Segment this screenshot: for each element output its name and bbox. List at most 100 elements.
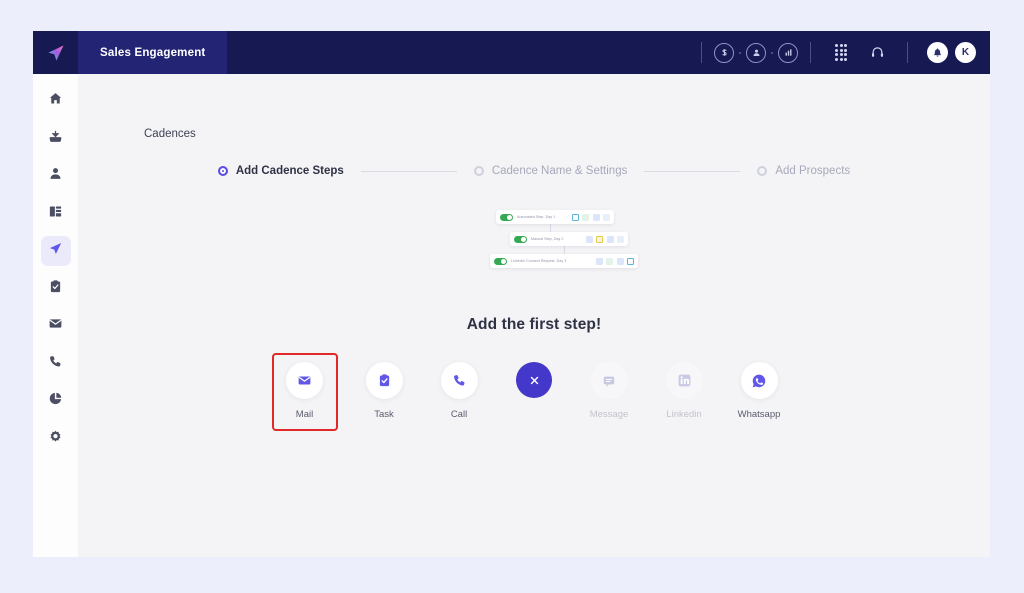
step-indicator-dot [757,166,768,176]
illustration-step-icons [585,235,624,243]
phone-icon [440,362,478,399]
home-icon [48,91,63,111]
header-dot-separator [771,51,773,54]
header-actions: K [689,31,990,74]
step-toggle [494,257,507,265]
task-mini-icon [596,235,603,243]
person-icon [48,166,63,186]
stepper-connector-line [644,170,741,172]
step-option-mail[interactable]: Mail [271,353,338,431]
app-tab-sales-engagement[interactable]: Sales Engagement [78,31,228,74]
illustration-step-card: LinkedIn Connect Request, Day 3 [490,254,638,268]
step-toggle [500,213,513,221]
user-circle-icon[interactable] [746,42,766,63]
step-option-label: Task [374,409,394,420]
application-window: Sales Engagement K Cadences Add Cadence … [33,31,990,557]
delete-mini-icon [627,257,634,265]
pie-chart-icon [48,391,63,411]
linkedin-mini-icon [592,213,600,221]
header-divider [701,42,702,63]
illustration-step-label: Automated Step, Day 1 [517,215,556,219]
step-indicator-dot [473,166,484,176]
analytics-circle-icon[interactable] [778,42,798,63]
linkedin-mini-icon [606,235,614,243]
sidebar-item-mail[interactable] [41,311,71,341]
bell-icon[interactable] [927,42,948,63]
stepper-step-add-cadence-steps[interactable]: Add Cadence Steps [217,165,344,177]
step-option-whatsapp[interactable]: Whatsapp [722,353,797,420]
step-option-call[interactable]: Call [422,353,497,420]
step-option-message[interactable]: Message [572,353,647,420]
stepper-step-cadence-name-settings[interactable]: Cadence Name & Settings [473,165,628,177]
stepper-connector-line [360,170,457,172]
sidebar-item-home[interactable] [41,86,71,116]
clipboard-check-icon [365,362,403,399]
close-icon [516,362,552,398]
dialpad-dots [834,44,848,61]
left-sidebar [33,74,78,557]
header-divider [907,42,908,63]
gear-icon [48,429,63,449]
step-option-linkedin[interactable]: Linkedin [647,353,722,420]
task-mini-icon [606,257,613,265]
phone-icon [48,354,63,374]
cadence-preview-illustration: Automated Step, Day 1 Manual Step, Day 2 [490,210,638,272]
page-title: Cadences [144,128,196,140]
sidebar-item-reports[interactable] [41,386,71,416]
step-option-label: Mail [295,409,314,420]
close-step-picker-button[interactable] [497,353,572,408]
sidebar-item-accounts[interactable] [41,199,71,229]
linkedin-mini-icon [616,257,624,265]
dollar-circle-icon[interactable] [714,42,734,63]
clipboard-check-icon [48,279,63,299]
cadence-stepper: Add Cadence Steps Cadence Name & Setting… [78,165,990,177]
step-label: Add Prospects [775,165,851,177]
sidebar-item-tasks[interactable] [41,274,71,304]
task-mini-icon [582,213,589,221]
step-option-label: Linkedin [666,409,702,420]
paper-plane-logo-icon [46,43,66,63]
step-option-label: Whatsapp [737,409,781,420]
step-label: Cadence Name & Settings [491,165,628,177]
header-divider [810,42,811,63]
step-option-task[interactable]: Task [347,353,422,420]
whatsapp-icon [740,362,778,399]
inbox-icon [48,129,63,149]
sidebar-item-inbox[interactable] [41,124,71,154]
brand-logo[interactable] [33,31,78,74]
illustration-step-label: LinkedIn Connect Request, Day 3 [511,259,567,263]
sidebar-item-settings[interactable] [41,424,71,454]
avatar-initial: K [961,47,970,58]
delete-mini-icon [603,213,610,221]
step-toggle [514,235,527,243]
delete-mini-icon [617,235,624,243]
linkedin-icon [665,362,703,399]
sidebar-item-calls[interactable] [41,349,71,379]
avatar[interactable]: K [955,42,976,63]
illustration-step-icons [595,257,634,265]
illustration-step-card: Automated Step, Day 1 [496,210,614,224]
headline: Add the first step! [466,316,602,333]
sidebar-item-cadences[interactable] [40,236,71,266]
envelope-icon [48,316,63,336]
mail-mini-icon [595,257,603,265]
step-option-label: Message [589,409,629,420]
building-list-icon [48,204,63,224]
header-dot-separator [739,51,741,54]
stepper-step-add-prospects[interactable]: Add Prospects [757,165,850,177]
illustration-connector [550,224,551,232]
envelope-icon [286,362,323,399]
top-header-bar: Sales Engagement K [33,31,990,74]
step-label: Add Cadence Steps [235,165,344,177]
headset-icon[interactable] [866,42,888,64]
app-tab-label: Sales Engagement [100,46,206,59]
sidebar-item-contacts[interactable] [41,161,71,191]
chat-bubble-icon [590,362,628,399]
step-indicator-dot [217,166,228,176]
mail-mini-icon [585,235,593,243]
step-type-options: Mail Task Call Message Linkedin Whatsapp [78,353,990,431]
illustration-connector [564,246,565,254]
paper-plane-icon [48,241,63,261]
screenshot-canvas: Sales Engagement K Cadences Add Cadence … [0,0,1024,593]
dialpad-icon[interactable] [830,42,852,64]
